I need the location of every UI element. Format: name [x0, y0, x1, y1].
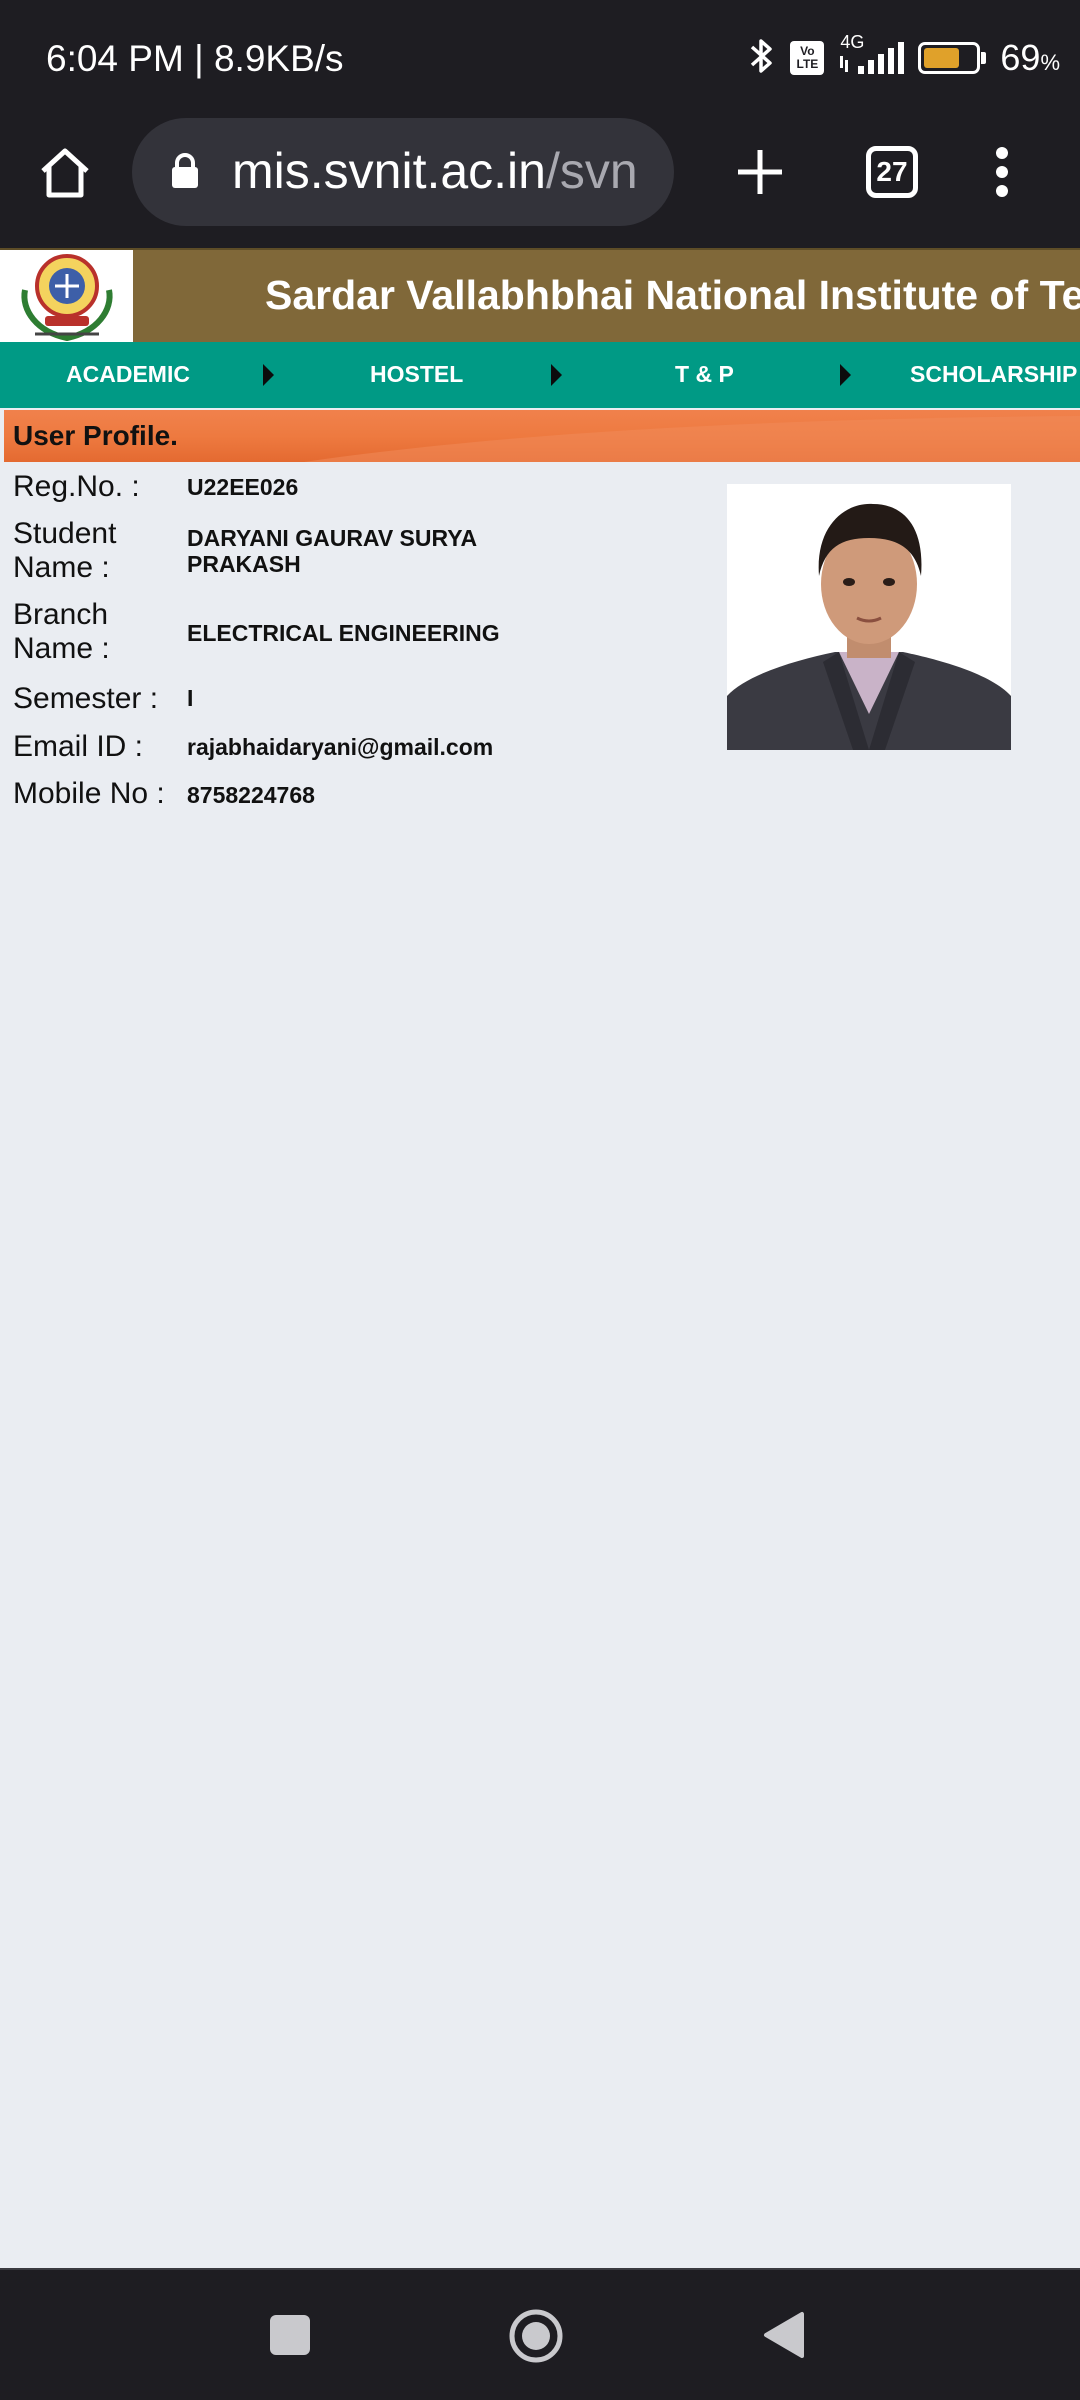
site-title: Sardar Vallabhbhai National Institute of…	[265, 272, 1080, 318]
student-name-value: DARYANI GAURAV SURYA PRAKASH	[187, 525, 477, 577]
system-nav-bar	[0, 2268, 1080, 2400]
address-bar[interactable]: mis.svnit.ac.in/svn	[132, 118, 674, 226]
more-icon	[996, 147, 1008, 197]
home-icon	[41, 148, 89, 198]
bluetooth-icon	[748, 36, 776, 81]
branch-name-label: Branch Name :	[13, 598, 110, 665]
svnit-logo	[0, 250, 133, 342]
nav-item-hostel[interactable]: HOSTEL	[370, 361, 463, 388]
mobile-label: Mobile No :	[13, 777, 165, 810]
status-icons: Vo LTE 4G 69%	[748, 32, 1060, 82]
lock-icon	[170, 152, 200, 195]
site-header: Sardar Vallabhbhai National Institute of…	[0, 248, 1080, 342]
battery-icon	[918, 42, 987, 74]
home-nav-button[interactable]	[508, 2308, 564, 2369]
home-button[interactable]	[30, 138, 100, 208]
battery-percent: 69%	[1000, 37, 1060, 78]
nav-item-tp[interactable]: T & P	[675, 361, 734, 388]
plus-icon	[738, 150, 782, 194]
signal-icon: 4G	[838, 32, 905, 78]
mobile-value: 8758224768	[187, 782, 315, 808]
nav-item-scholarship[interactable]: SCHOLARSHIP	[910, 361, 1077, 388]
profile-title: User Profile.	[13, 420, 178, 451]
profile-photo	[727, 484, 1011, 750]
profile-heading-bar: User Profile.	[4, 410, 1080, 462]
url-text: mis.svnit.ac.in/svn	[232, 142, 638, 200]
status-bar: 6:04 PM | 8.9KB/s Vo LTE 4G 69%	[0, 0, 1080, 118]
browser-toolbar: mis.svnit.ac.in/svn 27	[0, 118, 1080, 248]
caret-right-icon	[263, 364, 274, 386]
new-tab-button[interactable]	[722, 134, 798, 210]
caret-right-icon	[840, 364, 851, 386]
tabs-button[interactable]: 27	[866, 146, 918, 198]
url-path: /svn	[545, 143, 638, 199]
email-value: rajabhaidaryani@gmail.com	[187, 734, 494, 760]
more-menu-button[interactable]	[980, 134, 1024, 210]
url-host: mis.svnit.ac.in	[232, 143, 546, 199]
back-button[interactable]	[762, 2310, 806, 2365]
recents-button[interactable]	[270, 2315, 310, 2355]
circle-icon	[509, 2309, 563, 2363]
reg-no-label: Reg.No. :	[13, 470, 140, 503]
back-triangle-icon	[764, 2312, 804, 2358]
semester-value: I	[187, 685, 194, 711]
main-nav: ACADEMIC HOSTEL T & P SCHOLARSHIP	[0, 342, 1080, 408]
reg-no-value: U22EE026	[187, 474, 299, 500]
tab-count: 27	[876, 156, 908, 187]
volte-icon: Vo LTE	[790, 41, 825, 75]
volte-label: Vo LTE	[796, 44, 819, 71]
nav-item-academic[interactable]: ACADEMIC	[66, 361, 190, 388]
status-time: 6:04 PM | 8.9KB/s	[46, 38, 344, 79]
student-name-label: Student Name :	[13, 517, 117, 584]
semester-label: Semester :	[13, 682, 159, 715]
branch-name-value: ELECTRICAL ENGINEERING	[187, 620, 500, 646]
email-label: Email ID :	[13, 730, 144, 763]
caret-right-icon	[551, 364, 562, 386]
